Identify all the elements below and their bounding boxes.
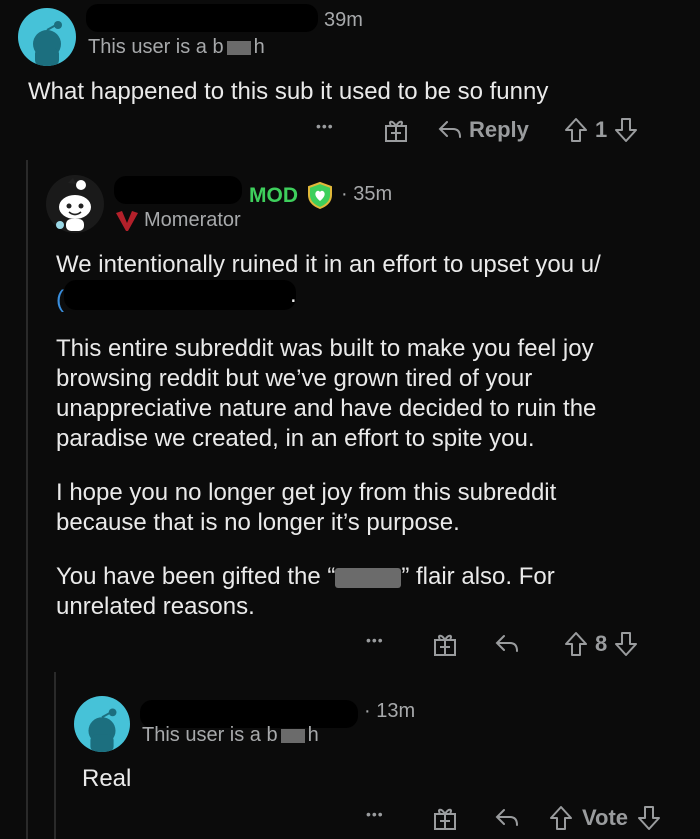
avatar[interactable] (18, 8, 76, 66)
vote-controls: 8 (563, 630, 639, 658)
more-options-button[interactable]: ••• (366, 806, 384, 822)
award-button[interactable] (383, 117, 409, 143)
timestamp: · 35m (341, 183, 393, 205)
vote-count: 8 (595, 631, 608, 656)
downvote-icon[interactable] (613, 116, 639, 144)
comment-body: Real (82, 765, 132, 792)
user-flair: This user is a bh (142, 724, 319, 746)
snoo-avatar-icon (88, 708, 117, 752)
vote-count: 1 (595, 117, 608, 142)
vote-controls: 1 (563, 116, 639, 144)
reply-icon (438, 121, 461, 138)
award-button[interactable] (432, 631, 458, 657)
user-flair: This user is a bh (88, 36, 265, 58)
thread-line-2 (54, 672, 56, 839)
reply-button[interactable]: Reply (437, 117, 529, 143)
avatar[interactable] (46, 175, 104, 233)
reply-button[interactable] (494, 806, 520, 830)
downvote-icon[interactable] (613, 630, 639, 658)
comment-body-p1: We intentionally ruined it in an effort … (56, 250, 676, 280)
blurred-flair (335, 567, 402, 588)
comment-body: What happened to this sub it used to be … (28, 78, 549, 105)
mod-badge: MOD (249, 184, 298, 207)
snoo-avatar-icon (33, 21, 62, 66)
downvote-icon[interactable] (636, 804, 662, 832)
gift-icon (434, 808, 456, 830)
thread-line-1 (26, 160, 28, 839)
reply-icon (495, 809, 518, 826)
vote-label: Vote (582, 805, 629, 830)
mod-shield-icon (307, 181, 333, 209)
upvote-icon[interactable] (548, 804, 574, 832)
p1-end: . (290, 281, 297, 308)
upvote-icon[interactable] (563, 630, 589, 658)
upvote-icon[interactable] (563, 116, 589, 144)
timestamp: 39m (324, 9, 363, 31)
avatar[interactable] (74, 696, 130, 752)
redacted-mention (64, 280, 296, 310)
comment-body-p3: I hope you no longer get joy from this s… (56, 479, 557, 536)
reply-button[interactable] (494, 632, 520, 656)
p1-text: We intentionally ruined it in an effort … (56, 251, 601, 278)
redacted-username (114, 176, 242, 204)
reply-label: Reply (469, 117, 529, 142)
comment-body-p2: This entire subreddit was built to make … (56, 335, 597, 452)
redacted-link[interactable]: ( (56, 286, 64, 314)
reply-icon (495, 635, 518, 652)
redacted-username (86, 4, 318, 32)
gift-icon (385, 120, 407, 142)
more-options-button[interactable]: ••• (366, 632, 384, 648)
more-options-button[interactable]: ••• (316, 118, 334, 134)
award-button[interactable] (432, 805, 458, 831)
user-flair: Momerator (144, 209, 241, 231)
vote-controls: Vote (548, 804, 662, 832)
comment-body-p4: You have been gifted the “” flair also. … (56, 563, 555, 620)
momerator-flair-icon (114, 209, 140, 233)
snoo-mod-avatar-icon (56, 178, 91, 231)
gift-icon (434, 634, 456, 656)
timestamp: · 13m (364, 700, 416, 722)
